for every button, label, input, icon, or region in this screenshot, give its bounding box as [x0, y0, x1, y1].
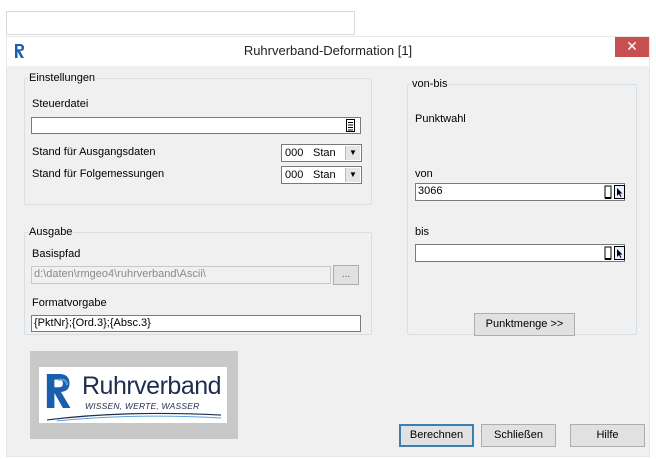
einstellungen-group: Einstellungen [24, 73, 372, 205]
einstellungen-legend: Einstellungen [29, 72, 96, 84]
logo-swoosh [47, 412, 222, 422]
folgemessungen-number: 000 [285, 169, 304, 181]
steuerdatei-label: Steuerdatei [32, 98, 89, 110]
basispfad-label: Basispfad [32, 248, 81, 260]
chevron-down-icon[interactable]: ▼ [345, 168, 360, 182]
window-title: Ruhrverband-Deformation [1] [243, 43, 413, 58]
von-label: von [415, 168, 433, 180]
ausgangsdaten-number: 000 [285, 147, 304, 159]
close-button[interactable]: ✕ [615, 37, 649, 57]
dialog-window: Ruhrverband-Deformation [1] ✕ Einstellun… [6, 36, 650, 457]
file-browse-icon[interactable] [345, 119, 357, 133]
formatvorgabe-label: Formatvorgabe [32, 297, 107, 309]
logo-brand-text: Ruhrverband [82, 372, 222, 400]
folgemessungen-combo[interactable]: 000 Stan ▼ [281, 166, 362, 184]
folgemessungen-text: Stan [313, 169, 336, 181]
punktwahl-label: Punktwahl [415, 113, 466, 125]
formatvorgabe-input[interactable]: {PktNr};{Ord.3};{Absc.3} [31, 315, 361, 332]
vonbis-legend: von-bis [412, 78, 448, 90]
logo-slogan-text: WISSEN, WERTE, WASSER [85, 401, 200, 411]
hilfe-button[interactable]: Hilfe [570, 424, 645, 447]
browse-button[interactable]: ... [333, 265, 359, 285]
bis-label: bis [415, 226, 430, 238]
bis-input[interactable] [415, 244, 625, 262]
ausgabe-legend: Ausgabe [29, 226, 73, 238]
point-select-icon[interactable] [603, 185, 614, 199]
dialog-client: Einstellungen Steuerdatei Stand für Ausg… [7, 66, 649, 456]
ausgangsdaten-label: Stand für Ausgangsdaten [32, 146, 156, 158]
basispfad-input[interactable]: d:\daten\rmgeo4\ruhrverband\Ascii\ [31, 266, 331, 284]
logo-panel: Ruhrverband WISSEN, WERTE, WASSER [30, 351, 238, 439]
schliessen-button[interactable]: Schließen [481, 424, 556, 447]
steuerdatei-input[interactable] [31, 117, 361, 134]
ruhrverband-r-icon [46, 374, 71, 408]
cursor-pick-icon[interactable] [614, 185, 625, 199]
punktmenge-button[interactable]: Punktmenge >> [474, 313, 575, 336]
background-input-field[interactable] [6, 11, 355, 35]
chevron-down-icon[interactable]: ▼ [345, 146, 360, 160]
berechnen-button[interactable]: Berechnen [399, 424, 474, 447]
point-select-icon[interactable] [603, 246, 614, 260]
ausgangsdaten-combo[interactable]: 000 Stan ▼ [281, 144, 362, 162]
cursor-pick-icon[interactable] [614, 246, 625, 260]
title-bar[interactable]: Ruhrverband-Deformation [1] ✕ [7, 37, 649, 66]
von-input[interactable]: 3066 [415, 183, 625, 201]
ruhrverband-logo: Ruhrverband WISSEN, WERTE, WASSER [39, 367, 227, 423]
folgemessungen-label: Stand für Folgemessungen [32, 168, 165, 180]
ausgangsdaten-text: Stan [313, 147, 336, 159]
